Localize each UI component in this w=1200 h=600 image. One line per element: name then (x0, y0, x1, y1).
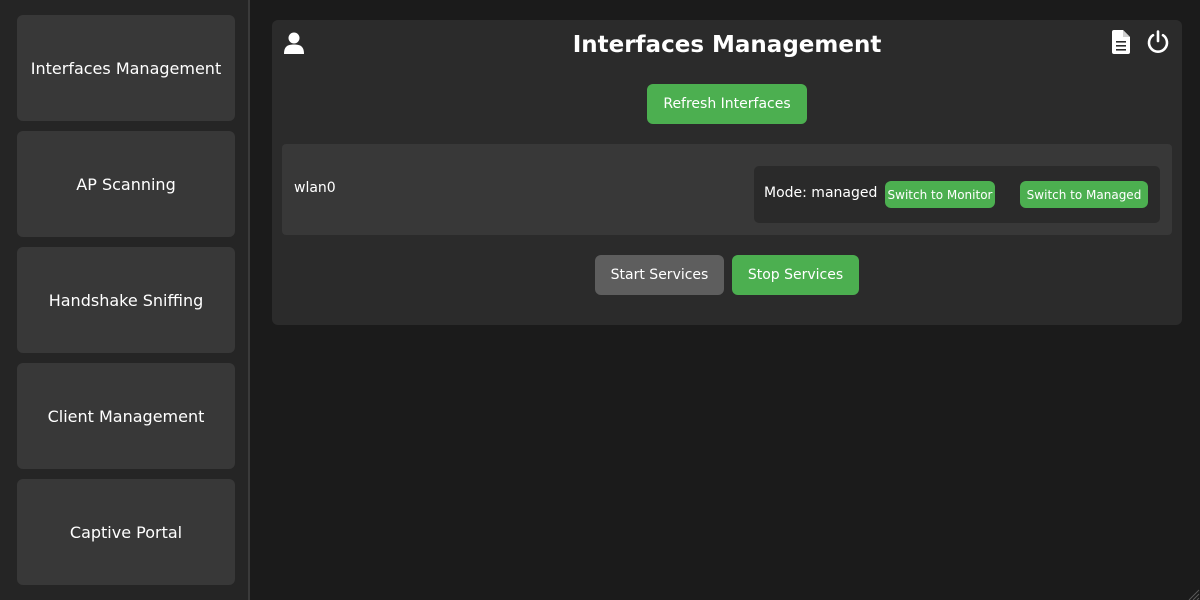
refresh-interfaces-button[interactable]: Refresh Interfaces (647, 84, 807, 124)
switch-to-monitor-button[interactable]: Switch to Monitor (885, 181, 995, 208)
page-title: Interfaces Management (572, 32, 882, 58)
mode-controls: Mode: managed Switch to Monitor Switch t… (754, 166, 1160, 223)
sidebar: Interfaces Management AP Scanning Handsh… (0, 0, 250, 600)
stop-services-button[interactable]: Stop Services (732, 255, 859, 295)
power-icon[interactable] (1146, 30, 1170, 54)
sidebar-item-label: AP Scanning (76, 174, 176, 194)
interface-row: wlan0 Mode: managed Switch to Monitor Sw… (282, 144, 1172, 235)
switch-to-managed-button[interactable]: Switch to Managed (1020, 181, 1148, 208)
sidebar-item-ap-scanning[interactable]: AP Scanning (17, 131, 235, 237)
sidebar-item-label: Interfaces Management (30, 58, 222, 78)
document-icon[interactable] (1112, 30, 1130, 54)
sidebar-item-client-management[interactable]: Client Management (17, 363, 235, 469)
sidebar-item-interfaces-management[interactable]: Interfaces Management (17, 15, 235, 121)
sidebar-item-captive-portal[interactable]: Captive Portal (17, 479, 235, 585)
interfaces-panel: Interfaces Management Refresh Interfaces (272, 20, 1182, 325)
app-window: Interfaces Management AP Scanning Handsh… (0, 0, 1200, 600)
sidebar-item-label: Client Management (47, 406, 205, 426)
start-services-button[interactable]: Start Services (595, 255, 724, 295)
interface-name: wlan0 (294, 180, 336, 196)
sidebar-item-label: Handshake Sniffing (48, 290, 204, 310)
mode-label: Mode: managed (764, 185, 878, 201)
sidebar-item-handshake-sniffing[interactable]: Handshake Sniffing (17, 247, 235, 353)
resize-grip-icon[interactable] (1186, 586, 1200, 600)
sidebar-item-label: Captive Portal (69, 522, 183, 542)
main-content: Interfaces Management Refresh Interfaces (252, 0, 1200, 600)
